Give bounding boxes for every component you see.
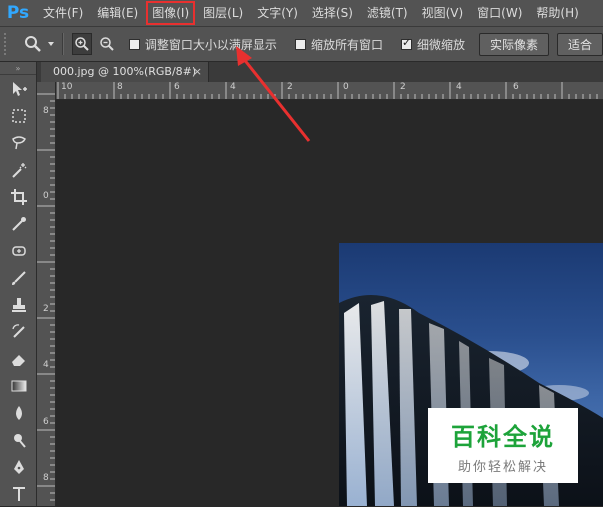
watermark-badge: 百科全说 助你轻松解决 — [428, 408, 578, 483]
watermark-subtitle: 助你轻松解决 — [457, 459, 548, 475]
watermark-title: 百科全说 — [451, 422, 555, 451]
